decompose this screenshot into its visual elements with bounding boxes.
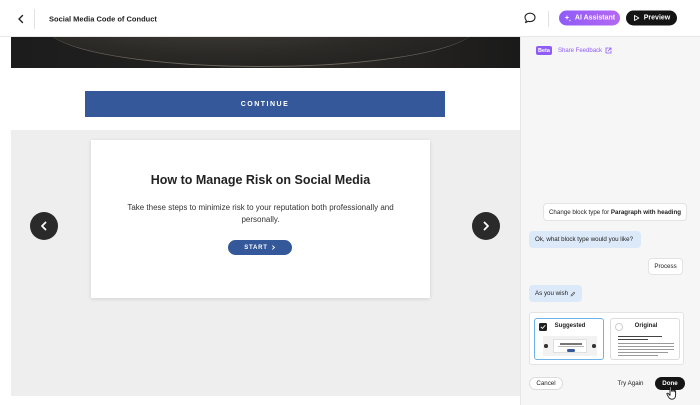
original-text-line — [618, 355, 658, 357]
divider — [34, 9, 35, 29]
hand-cursor-icon — [666, 386, 677, 400]
start-button[interactable]: START — [228, 240, 292, 255]
user-message: Change block type for Paragraph with hea… — [543, 203, 687, 221]
top-bar: Social Media Code of Conduct AI Assistan… — [0, 0, 700, 37]
mini-button — [567, 349, 575, 352]
preview-label: Preview — [643, 14, 671, 22]
slide-card: How to Manage Risk on Social Media Take … — [91, 140, 430, 298]
option-label: Original — [634, 323, 658, 329]
original-heading-line — [618, 336, 662, 338]
ai-assistant-panel: Beta Share Feedback Change block type fo… — [520, 37, 700, 405]
sparkle-icon — [564, 14, 572, 22]
chevron-right-icon — [483, 221, 489, 231]
back-button[interactable] — [12, 10, 30, 28]
chat-icon[interactable] — [523, 11, 537, 25]
share-feedback-link[interactable]: Share Feedback — [558, 46, 612, 55]
suggested-option[interactable]: Suggested — [534, 318, 604, 360]
next-slide-button[interactable] — [472, 212, 500, 240]
previous-slide-button[interactable] — [30, 212, 58, 240]
original-heading-line — [618, 339, 648, 341]
original-text-line — [618, 343, 674, 345]
slide-heading: How to Manage Risk on Social Media — [150, 173, 371, 187]
lesson-canvas: CONTINUE How to Manage Risk on Social Me… — [0, 37, 520, 405]
beta-badge: Beta — [536, 46, 552, 55]
slide-body: Take these steps to minimize risk to you… — [127, 203, 394, 224]
divider — [548, 11, 549, 27]
try-again-button[interactable]: Try Again — [612, 377, 649, 390]
mini-nav-dot — [544, 344, 548, 348]
assistant-message: As you wish — [529, 285, 582, 302]
continue-button[interactable]: CONTINUE — [85, 91, 445, 117]
mini-heading-bar — [560, 343, 582, 345]
pencil-icon — [570, 291, 576, 296]
user-message: Process — [648, 258, 683, 275]
message-text: Change block type for — [548, 208, 611, 216]
message-text: Process — [654, 263, 677, 270]
chevron-left-icon — [41, 221, 47, 231]
suggested-thumbnail — [543, 336, 597, 356]
ai-assistant-button[interactable]: AI Assistant — [559, 10, 620, 26]
chevron-right-icon — [271, 245, 275, 250]
block-type-options: Suggested Original — [529, 312, 684, 365]
mini-nav-dot — [592, 344, 596, 348]
mini-card — [553, 339, 587, 353]
message-text: Ok, what block type would you like? — [535, 236, 634, 243]
globe-image — [46, 37, 476, 67]
external-link-icon — [605, 47, 612, 54]
play-icon — [633, 15, 640, 21]
mini-text-bar — [558, 346, 584, 347]
hero-image — [11, 37, 520, 68]
option-label: Suggested — [554, 323, 586, 329]
cancel-button[interactable]: Cancel — [529, 377, 563, 390]
preview-button[interactable]: Preview — [626, 10, 677, 26]
app-window: Social Media Code of Conduct AI Assistan… — [0, 0, 700, 405]
message-strong-text: Paragraph with heading — [610, 208, 682, 216]
assistant-message: Ok, what block type would you like? — [529, 231, 641, 248]
page-title: Social Media Code of Conduct — [49, 14, 157, 24]
chevron-left-icon — [18, 14, 24, 24]
start-label: START — [244, 244, 268, 251]
original-text-line — [618, 349, 674, 351]
original-option[interactable]: Original — [610, 318, 680, 360]
original-text-line — [618, 352, 668, 354]
share-feedback-label: Share Feedback — [558, 47, 603, 54]
message-text: As you wish — [535, 290, 569, 297]
original-text-line — [618, 346, 674, 348]
ai-assistant-label: AI Assistant — [574, 14, 616, 22]
